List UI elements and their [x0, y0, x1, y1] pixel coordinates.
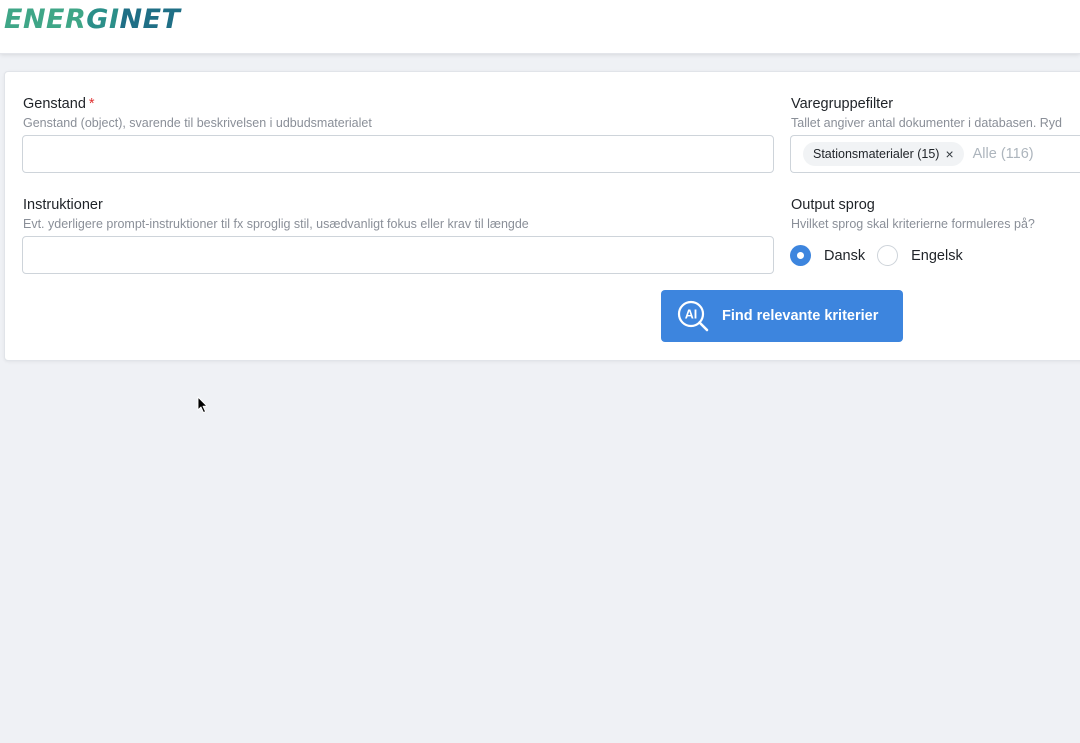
genstand-label: Genstand *	[23, 96, 95, 112]
radio-checked-icon[interactable]	[790, 245, 811, 266]
remove-pill-icon[interactable]: ×	[945, 147, 953, 161]
multiselect-placeholder: Alle (116)	[972, 146, 1034, 162]
ai-icon-text: AI	[685, 308, 698, 322]
logo-text-part-3: NET	[119, 4, 181, 35]
pill-label: Stationsmaterialer (15)	[813, 147, 940, 161]
energinet-logo[interactable]: ENER GI NET	[4, 4, 180, 36]
criteria-form-card: Genstand * Genstand (object), svarende ti…	[4, 71, 1080, 361]
output-sprog-radio-group: Dansk Engelsk	[790, 245, 975, 266]
genstand-description: Genstand (object), svarende til beskrive…	[23, 116, 372, 130]
instruktioner-input[interactable]	[22, 236, 774, 274]
genstand-input[interactable]	[22, 135, 774, 173]
logo-text-part-1: ENER	[4, 4, 87, 35]
radio-unchecked-icon[interactable]	[877, 245, 899, 266]
mouse-cursor-icon	[197, 396, 208, 413]
logo-text-part-2: GI	[86, 4, 120, 35]
top-header: ENER GI NET	[0, 0, 1080, 54]
find-kriterier-label: Find relevante kriterier	[722, 308, 879, 324]
required-asterisk: *	[88, 96, 95, 112]
genstand-label-text: Genstand	[23, 96, 86, 112]
varegruppefilter-description: Tallet angiver antal dokumenter i databa…	[791, 116, 1062, 130]
selected-pill-stationsmaterialer: Stationsmaterialer (15) ×	[803, 142, 964, 166]
varegruppefilter-label: Varegruppefilter	[791, 96, 894, 112]
output-sprog-description: Hvilket sprog skal kriterierne formulere…	[791, 217, 1035, 231]
radio-dansk[interactable]: Dansk	[790, 245, 865, 266]
radio-engelsk[interactable]: Engelsk	[877, 245, 963, 266]
instruktioner-description: Evt. yderligere prompt-instruktioner til…	[23, 217, 529, 231]
radio-engelsk-label[interactable]: Engelsk	[911, 248, 963, 264]
output-sprog-label: Output sprog	[791, 197, 875, 213]
instruktioner-label: Instruktioner	[23, 197, 103, 213]
varegruppefilter-multiselect[interactable]: Stationsmaterialer (15) × Alle (116)	[790, 135, 1080, 173]
radio-dansk-label[interactable]: Dansk	[824, 248, 865, 264]
ai-search-icon: AI	[677, 300, 709, 332]
find-kriterier-button[interactable]: AI Find relevante kriterier	[661, 290, 903, 342]
